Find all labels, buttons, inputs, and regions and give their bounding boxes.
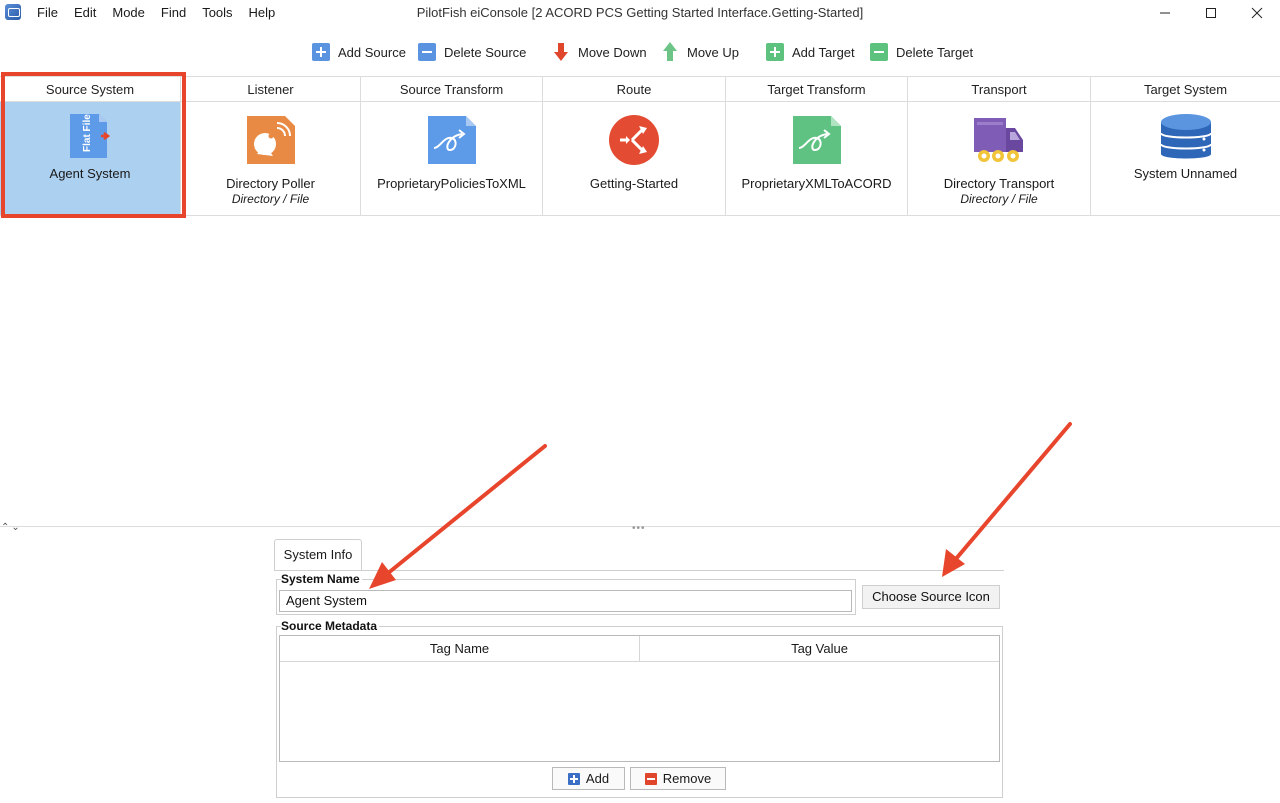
stage-header: Transport [908, 77, 1090, 102]
stage-label: Getting-Started [589, 176, 679, 191]
stage-body[interactable]: Getting-Started [543, 102, 725, 216]
stage-body[interactable]: Directory Poller Directory / File [181, 102, 360, 216]
toolbar: Add Source Delete Source Move Down Move … [0, 38, 1280, 66]
flat-file-text: Flat File [82, 114, 93, 152]
system-name-label: System Name [281, 572, 362, 586]
transform-document-icon [792, 116, 841, 164]
remove-metadata-button[interactable]: Remove [630, 767, 726, 790]
move-down-button[interactable]: Move Down [554, 42, 647, 62]
tab-system-info[interactable]: System Info [274, 539, 362, 570]
stage-header: Target Transform [726, 77, 907, 102]
arrow-down-icon [554, 42, 568, 62]
stage-source-system[interactable]: Source System Flat File Agent System [0, 77, 181, 216]
move-down-label: Move Down [578, 44, 647, 60]
remove-label: Remove [662, 771, 712, 786]
window-controls [1142, 0, 1280, 26]
route-stage-grid: Source System Flat File Agent System Lis… [0, 76, 1280, 216]
add-target-label: Add Target [792, 44, 855, 60]
stage-route[interactable]: Route Getting-Started [543, 77, 726, 216]
collapse-expand-icon[interactable]: ⌃⌄ [1, 522, 22, 533]
source-metadata-label: Source Metadata [281, 619, 380, 633]
minimize-icon [1160, 12, 1170, 14]
arrow-up-icon [663, 42, 677, 62]
stage-transport[interactable]: Transport Directory Transport Directory … [908, 77, 1091, 216]
minus-icon [644, 772, 657, 785]
add-source-button[interactable]: Add Source [312, 42, 406, 62]
close-button[interactable] [1234, 0, 1280, 26]
route-shuffle-icon [609, 115, 659, 165]
plus-icon [567, 772, 580, 785]
stage-header: Listener [181, 77, 360, 102]
system-name-input[interactable]: Agent System [279, 590, 852, 612]
add-source-label: Add Source [338, 44, 406, 60]
tab-divider [274, 570, 1004, 571]
transform-document-icon [427, 116, 476, 164]
splitter-grip-icon[interactable]: ••• [632, 523, 646, 534]
delete-target-button[interactable]: Delete Target [870, 42, 973, 62]
stage-header: Source System [0, 77, 180, 102]
minus-icon [870, 43, 888, 61]
stage-sublabel: Directory / File [231, 192, 310, 206]
stage-sublabel: Directory / File [960, 192, 1038, 206]
delete-source-label: Delete Source [444, 44, 527, 60]
delete-source-button[interactable]: Delete Source [418, 42, 526, 62]
database-icon [1159, 114, 1212, 159]
stage-source-transform[interactable]: Source Transform ProprietaryPoliciesToXM… [361, 77, 543, 216]
stage-target-system[interactable]: Target System System Unnamed [1091, 77, 1280, 216]
stage-label: Directory Transport [943, 176, 1055, 191]
add-metadata-button[interactable]: Add [552, 767, 625, 790]
stage-label: System Unnamed [1133, 166, 1238, 181]
stage-header: Route [543, 77, 725, 102]
move-up-label: Move Up [687, 44, 740, 60]
stage-label: ProprietaryXMLToACORD [741, 176, 892, 191]
satellite-dish-icon [246, 116, 295, 164]
maximize-icon [1206, 8, 1216, 18]
stage-label: Directory Poller [226, 176, 315, 191]
column-header-tag-name[interactable]: Tag Name [280, 636, 640, 662]
move-up-button[interactable]: Move Up [663, 42, 739, 62]
stage-header: Source Transform [361, 77, 542, 102]
truck-icon [974, 118, 1023, 162]
stage-listener[interactable]: Listener Directory Poller Directory / Fi… [181, 77, 361, 216]
window-title: PilotFish eiConsole [2 ACORD PCS Getting… [416, 5, 864, 20]
choose-source-icon-button[interactable]: Choose Source Icon [862, 585, 1000, 609]
stage-body[interactable]: ProprietaryPoliciesToXML [361, 102, 542, 216]
minimize-button[interactable] [1142, 0, 1188, 26]
stage-label: Agent System [49, 166, 131, 181]
stage-header: Target System [1091, 77, 1280, 102]
add-target-button[interactable]: Add Target [766, 42, 855, 62]
delete-target-label: Delete Target [896, 44, 974, 60]
stage-label: ProprietaryPoliciesToXML [377, 176, 526, 191]
annotation-arrow [369, 444, 547, 589]
stage-body[interactable]: System Unnamed [1091, 102, 1280, 216]
plus-icon [766, 43, 784, 61]
column-header-tag-value[interactable]: Tag Value [640, 636, 999, 662]
minus-icon [418, 43, 436, 61]
stage-body[interactable]: ProprietaryXMLToACORD [726, 102, 907, 216]
stage-body[interactable]: Flat File Agent System [0, 102, 180, 216]
close-icon [1251, 7, 1263, 19]
maximize-button[interactable] [1188, 0, 1234, 26]
title-bar: File Edit Mode Find Tools Help PilotFish… [0, 0, 1280, 26]
plus-icon [312, 43, 330, 61]
annotation-arrow [942, 422, 1072, 577]
add-label: Add [585, 771, 610, 786]
stage-body[interactable]: Directory Transport Directory / File [908, 102, 1090, 216]
metadata-table[interactable]: Tag Name Tag Value [279, 635, 1000, 762]
stage-target-transform[interactable]: Target Transform ProprietaryXMLToACORD [726, 77, 908, 216]
flat-file-icon: Flat File [70, 114, 111, 158]
